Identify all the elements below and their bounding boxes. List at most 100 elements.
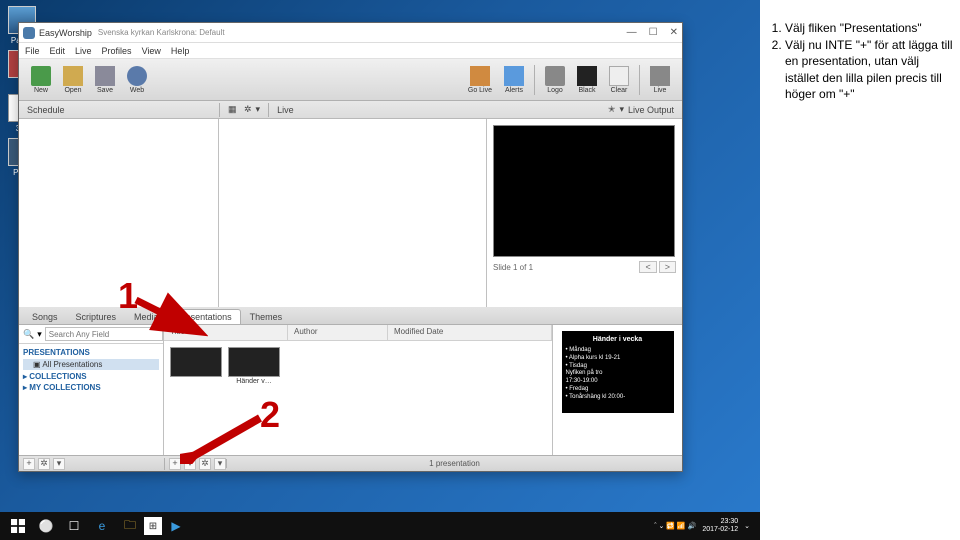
menu-file[interactable]: File bbox=[25, 46, 40, 56]
btn-label: New bbox=[34, 87, 48, 94]
tree-header-mycollections[interactable]: ▸ MY COLLECTIONS bbox=[23, 383, 159, 392]
prev-slide-button[interactable]: < bbox=[639, 261, 656, 273]
col-author[interactable]: Author bbox=[288, 325, 388, 340]
alerts-icon bbox=[504, 66, 524, 86]
tree-all-presentations[interactable]: ▣ All Presentations bbox=[23, 359, 159, 370]
callout-2: 2 bbox=[260, 394, 280, 436]
explorer-button[interactable]: 🗀 bbox=[116, 515, 144, 537]
btn-label: Open bbox=[64, 87, 81, 94]
open-icon bbox=[63, 66, 83, 86]
box-icon: ▣ bbox=[33, 360, 41, 369]
slide-line: 17:30-19:00 bbox=[566, 378, 670, 386]
slide-line: • Tonårshäng kl 20:00- bbox=[566, 394, 670, 402]
app-taskbar-button[interactable]: ▶ bbox=[162, 515, 190, 537]
clear-icon bbox=[609, 66, 629, 86]
tray-icons[interactable]: ˆ ⌄ 🔁 📶 🔊 bbox=[654, 522, 696, 530]
schedule-tools: ▦ ✲ ▾ bbox=[220, 104, 268, 116]
preview-panel: Händer i vecka • Måndag • Alpha kurs kl … bbox=[552, 325, 682, 455]
library-body: 🔍 ▾ PRESENTATIONS ▣ All Presentations ▸ … bbox=[19, 325, 682, 455]
start-button[interactable] bbox=[4, 515, 32, 537]
column-headers: Title Author Modified Date bbox=[164, 325, 552, 341]
edge-button[interactable]: e bbox=[88, 515, 116, 537]
search-button[interactable]: ⚪ bbox=[32, 515, 60, 537]
next-slide-button[interactable]: > bbox=[659, 261, 676, 273]
add-collection-button[interactable]: + bbox=[23, 458, 35, 470]
tree-label: COLLECTIONS bbox=[29, 372, 86, 381]
gear-button[interactable]: ✲ bbox=[38, 458, 50, 470]
maximize-button[interactable]: ☐ bbox=[649, 27, 658, 38]
tab-scriptures[interactable]: Scriptures bbox=[67, 309, 126, 324]
save-button[interactable]: Save bbox=[89, 66, 121, 94]
col-modified[interactable]: Modified Date bbox=[388, 325, 552, 340]
clear-button[interactable]: Clear bbox=[603, 66, 635, 94]
item-grid: Händer v… bbox=[164, 341, 552, 391]
slide-preview: Händer i vecka • Måndag • Alpha kurs kl … bbox=[562, 331, 674, 413]
dropdown-icon[interactable]: ▾ bbox=[256, 104, 261, 115]
menu-edit[interactable]: Edit bbox=[50, 46, 66, 56]
schedule-label: Schedule bbox=[27, 105, 65, 115]
alerts-button[interactable]: Alerts bbox=[498, 66, 530, 94]
search-icon[interactable]: 🔍 bbox=[23, 329, 34, 340]
menu-profiles[interactable]: Profiles bbox=[102, 46, 132, 56]
item-label: Händer v… bbox=[228, 378, 280, 385]
close-button[interactable]: ✕ bbox=[670, 27, 678, 38]
golive-icon bbox=[470, 66, 490, 86]
titlebar[interactable]: EasyWorship Svenska kyrkan Karlskrona: D… bbox=[19, 23, 682, 43]
slide-line: Nyfiken på tro bbox=[566, 370, 670, 378]
btn-label: Web bbox=[130, 87, 144, 94]
search-dropdown-icon[interactable]: ▾ bbox=[37, 329, 42, 340]
instruction-1: Välj fliken "Presentations" bbox=[785, 20, 955, 36]
presentation-item[interactable] bbox=[170, 347, 222, 385]
callout-1: 1 bbox=[118, 275, 138, 317]
black-icon bbox=[577, 66, 597, 86]
presentation-item[interactable]: Händer v… bbox=[228, 347, 280, 385]
black-button[interactable]: Black bbox=[571, 66, 603, 94]
minimize-button[interactable]: — bbox=[627, 27, 637, 38]
golive-button[interactable]: Go Live bbox=[462, 66, 498, 94]
slide-counter: Slide 1 of 1 bbox=[493, 263, 533, 272]
live-button[interactable]: Live bbox=[644, 66, 676, 94]
logo-icon bbox=[545, 66, 565, 86]
dropdown-icon[interactable]: ▾ bbox=[619, 104, 624, 115]
logo-button[interactable]: Logo bbox=[539, 66, 571, 94]
menubar: File Edit Live Profiles View Help bbox=[19, 43, 682, 59]
star-icon[interactable]: ✭ bbox=[608, 104, 616, 115]
tab-themes[interactable]: Themes bbox=[241, 309, 292, 324]
open-button[interactable]: Open bbox=[57, 66, 89, 94]
btn-label: Live bbox=[654, 87, 667, 94]
expand-icon: ▸ bbox=[23, 372, 27, 381]
btn-label: Black bbox=[578, 87, 595, 94]
slide-line: • Fredag bbox=[566, 386, 670, 394]
save-icon bbox=[95, 66, 115, 86]
web-button[interactable]: Web bbox=[121, 66, 153, 94]
date: 2017-02-12 bbox=[702, 526, 738, 534]
expand-icon: ▸ bbox=[23, 383, 27, 392]
new-button[interactable]: New bbox=[25, 66, 57, 94]
tree-header-collections[interactable]: ▸ COLLECTIONS bbox=[23, 372, 159, 381]
thumbnail-icon bbox=[228, 347, 280, 377]
arrow-1-icon bbox=[128, 292, 208, 337]
instruction-2: Välj nu INTE "+" för att lägga till en p… bbox=[785, 37, 955, 102]
menu-view[interactable]: View bbox=[142, 46, 161, 56]
grid-icon[interactable]: ▦ bbox=[228, 104, 240, 116]
gear-icon[interactable]: ✲ bbox=[244, 104, 252, 115]
btn-label: Logo bbox=[547, 87, 563, 94]
system-tray[interactable]: ˆ ⌄ 🔁 📶 🔊 23:30 2017-02-12 ⌄ bbox=[654, 518, 756, 533]
taskbar: ⚪ ☐ e 🗀 ⊞ ▶ ˆ ⌄ 🔁 📶 🔊 23:30 2017-02-12 ⌄ bbox=[0, 512, 760, 540]
output-preview bbox=[493, 125, 675, 257]
tab-songs[interactable]: Songs bbox=[23, 309, 67, 324]
menu-live[interactable]: Live bbox=[75, 46, 92, 56]
library-tree: PRESENTATIONS ▣ All Presentations ▸ COLL… bbox=[19, 344, 163, 455]
output-panel: Slide 1 of 1 < > bbox=[487, 119, 682, 307]
clock[interactable]: 23:30 2017-02-12 bbox=[702, 518, 738, 533]
notifications-icon[interactable]: ⌄ bbox=[744, 522, 750, 530]
web-icon bbox=[127, 66, 147, 86]
btn-label: Clear bbox=[611, 87, 628, 94]
desktop: Pap… 3… Pa… EasyWorship Svenska kyrkan K… bbox=[0, 0, 760, 540]
app-logo-icon bbox=[23, 27, 35, 39]
taskview-button[interactable]: ☐ bbox=[60, 515, 88, 537]
slide-title: Händer i vecka bbox=[566, 335, 670, 344]
store-button[interactable]: ⊞ bbox=[144, 517, 162, 535]
dropdown-button[interactable]: ▾ bbox=[53, 458, 65, 470]
menu-help[interactable]: Help bbox=[171, 46, 190, 56]
